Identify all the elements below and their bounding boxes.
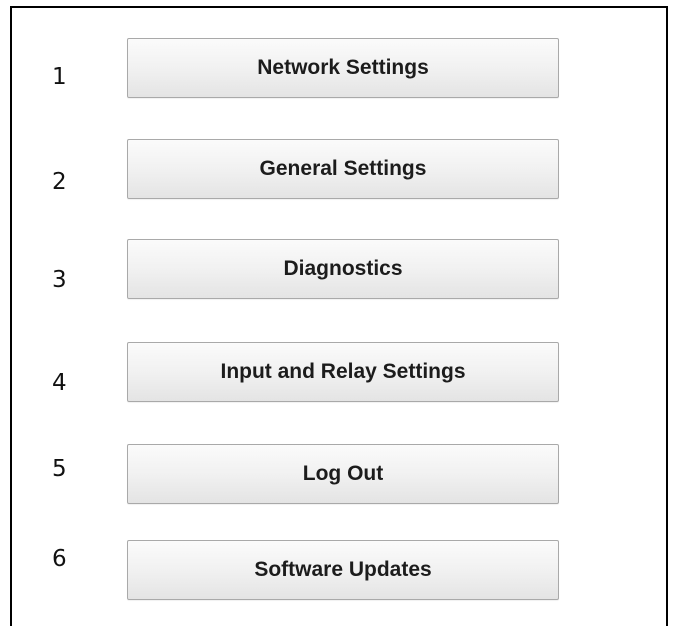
- item-number: 3: [52, 267, 67, 293]
- item-number: 6: [52, 546, 67, 572]
- log-out-button[interactable]: Log Out: [127, 444, 559, 504]
- input-relay-settings-button[interactable]: Input and Relay Settings: [127, 342, 559, 402]
- general-settings-button[interactable]: General Settings: [127, 139, 559, 199]
- item-number: 4: [52, 370, 67, 396]
- item-number: 1: [52, 64, 67, 90]
- menu-panel: 1 Network Settings 2 General Settings 3 …: [10, 6, 668, 626]
- item-number: 2: [52, 169, 67, 195]
- item-number: 5: [52, 456, 67, 482]
- menu-row-software-updates: 6 Software Updates: [12, 540, 666, 604]
- menu-row-general-settings: 2 General Settings: [12, 139, 666, 203]
- menu-row-diagnostics: 3 Diagnostics: [12, 239, 666, 303]
- network-settings-button[interactable]: Network Settings: [127, 38, 559, 98]
- menu-row-log-out: 5 Log Out: [12, 444, 666, 508]
- diagnostics-button[interactable]: Diagnostics: [127, 239, 559, 299]
- menu-row-input-relay-settings: 4 Input and Relay Settings: [12, 342, 666, 406]
- menu-row-network-settings: 1 Network Settings: [12, 38, 666, 102]
- software-updates-button[interactable]: Software Updates: [127, 540, 559, 600]
